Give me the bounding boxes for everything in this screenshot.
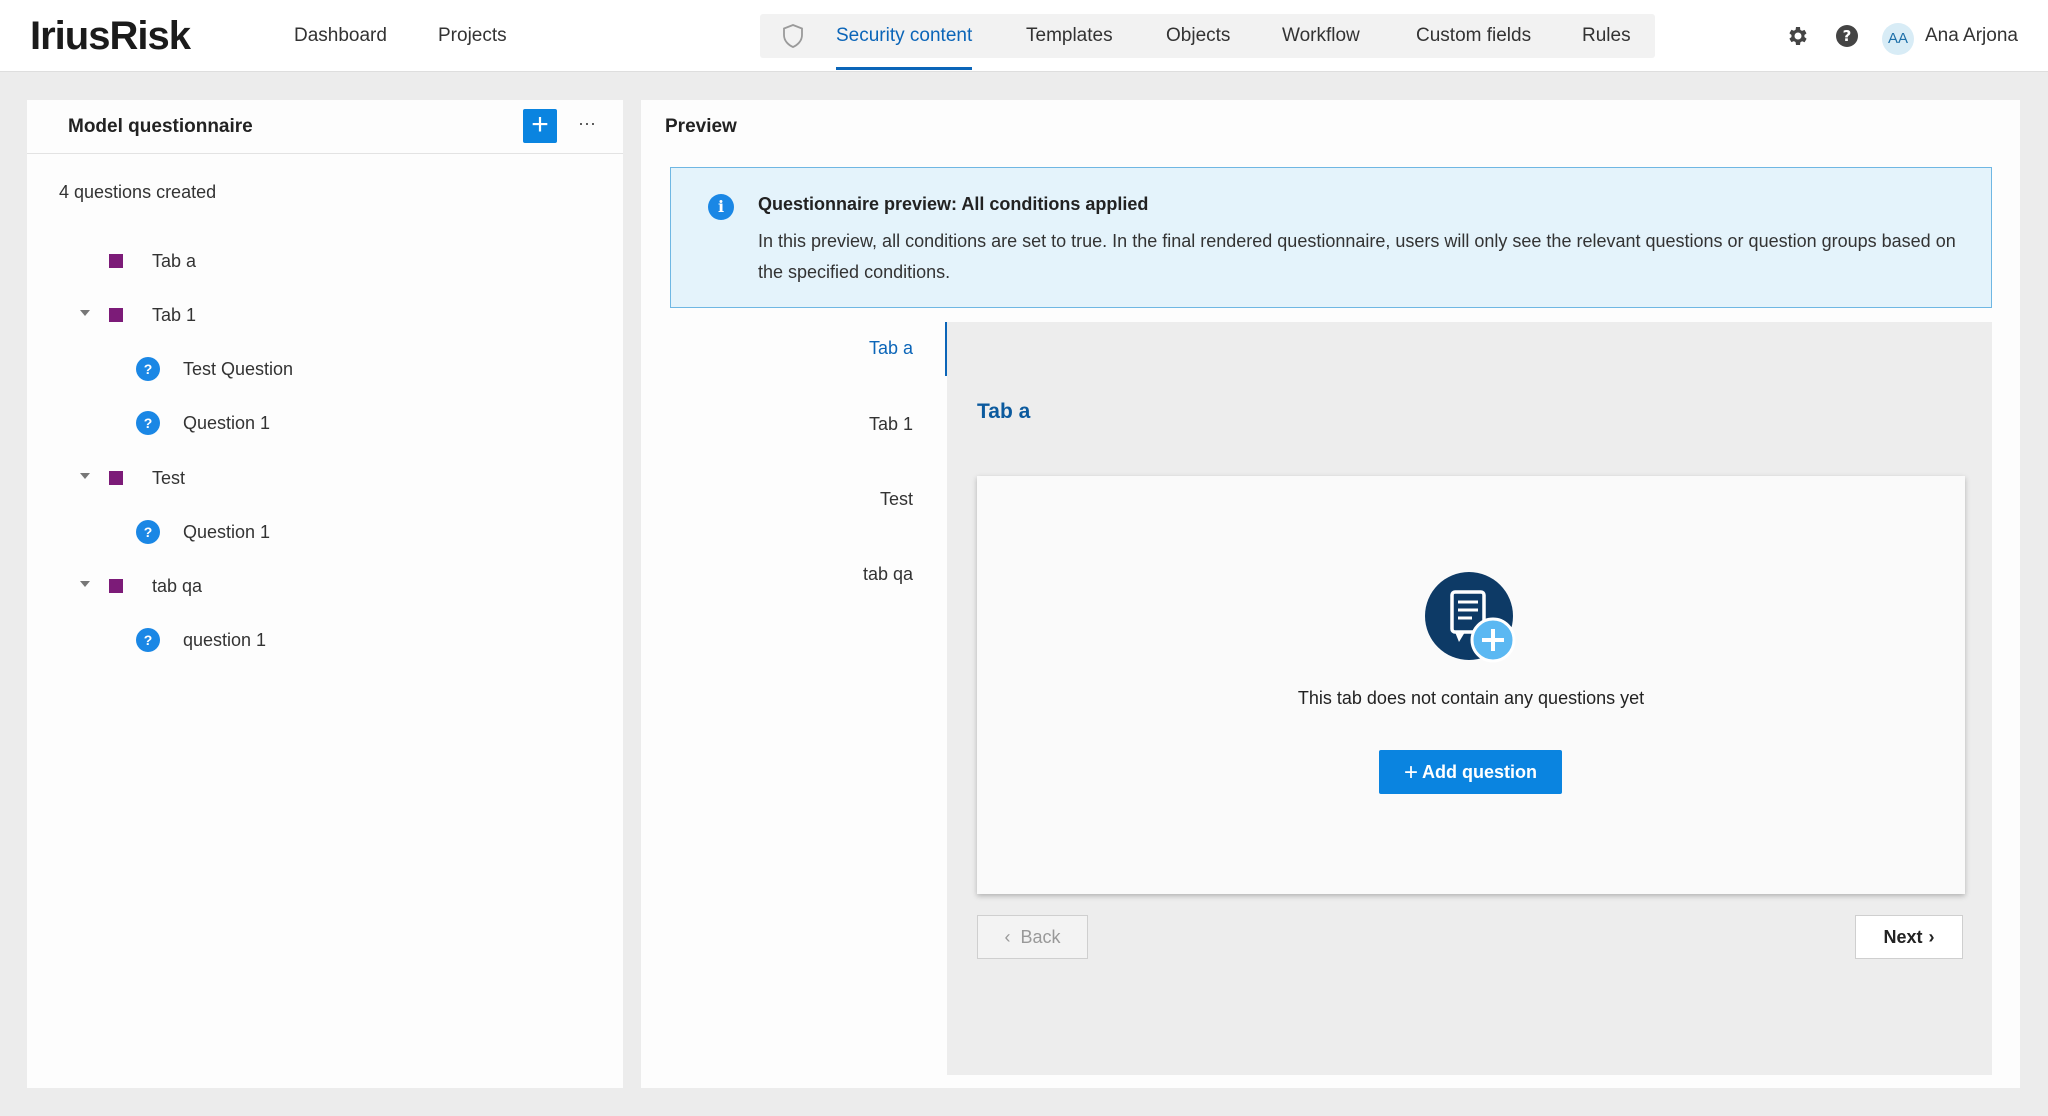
tab-content: Tab a This tab does not contain any ques… (947, 322, 1992, 1075)
preview-tab-tab-1[interactable]: Tab 1 (869, 414, 913, 435)
info-icon: i (708, 194, 734, 220)
preview-title: Preview (665, 116, 737, 137)
next-button[interactable]: Next › (1855, 915, 1963, 959)
tree-item-label: Test (152, 468, 186, 488)
tab-security-content[interactable]: Security content (836, 14, 973, 70)
tree-item-tab[interactable]: Test (27, 463, 587, 493)
empty-state-text: This tab does not contain any questions … (1297, 688, 1645, 708)
more-options-button[interactable]: ··· (572, 109, 602, 143)
tree-item-question[interactable]: ? Question 1 (27, 517, 587, 547)
caret-down-icon[interactable] (80, 310, 90, 316)
empty-state-card: This tab does not contain any questions … (977, 476, 1965, 894)
avatar[interactable]: AA (1882, 23, 1914, 55)
tree-item-label: Tab 1 (152, 305, 197, 325)
tab-workflow[interactable]: Workflow (1282, 14, 1360, 58)
question-icon: ? (136, 628, 160, 652)
chevron-right-icon: › (1928, 927, 1935, 947)
questionnaire-preview: Tab a Tab 1 Test tab qa Tab a This tab d… (670, 322, 1992, 1075)
top-bar: IriusRisk Dashboard Projects Security co… (0, 0, 2048, 72)
next-label: Next (1883, 927, 1923, 947)
panel-title: Model questionnaire (68, 116, 253, 137)
user-name[interactable]: Ana Arjona (1925, 0, 2018, 72)
caret-down-icon[interactable] (80, 473, 90, 479)
content-nav: Security content Templates Objects Workf… (760, 14, 1655, 70)
tree-item-question[interactable]: ? Test Question (27, 354, 587, 384)
tab-square-icon (109, 254, 123, 268)
tab-custom-fields[interactable]: Custom fields (1416, 14, 1531, 58)
tree-item-label: Test Question (183, 359, 294, 379)
app-logo[interactable]: IriusRisk (30, 13, 191, 58)
tab-templates[interactable]: Templates (1026, 14, 1113, 58)
add-question-button[interactable]: + Add question (1379, 750, 1562, 794)
tree-item-question[interactable]: ? question 1 (27, 625, 587, 655)
preview-tab-test[interactable]: Test (880, 489, 913, 510)
question-count: 4 questions created (59, 182, 217, 202)
tab-square-icon (109, 579, 123, 593)
back-button[interactable]: ‹ Back (977, 915, 1088, 959)
svg-text:?: ? (1843, 27, 1852, 45)
tree-item-label: Question 1 (183, 413, 271, 433)
preview-tab-list: Tab a Tab 1 Test tab qa (670, 322, 948, 1075)
preview-tab-tab-qa[interactable]: tab qa (863, 564, 913, 585)
plus-icon: + (1403, 759, 1418, 786)
gear-icon[interactable] (1786, 24, 1810, 48)
tab-heading: Tab a (977, 400, 1031, 423)
document-add-icon (1425, 572, 1516, 663)
question-icon: ? (136, 357, 160, 381)
shield-icon (783, 24, 803, 48)
info-body: In this preview, all conditions are set … (758, 231, 1956, 282)
add-button[interactable]: + (523, 109, 557, 143)
tree-item-question[interactable]: ? Question 1 (27, 408, 587, 438)
add-question-label: Add question (1422, 762, 1537, 782)
tab-objects[interactable]: Objects (1166, 14, 1230, 58)
caret-down-icon[interactable] (80, 581, 90, 587)
tree-item-label: question 1 (183, 630, 267, 650)
chevron-left-icon: ‹ (1004, 927, 1011, 947)
preview-tab-tab-a[interactable]: Tab a (869, 338, 913, 359)
logo-text: IriusRisk (30, 13, 191, 58)
tree-item-label: tab qa (152, 576, 203, 596)
info-banner: i Questionnaire preview: All conditions … (670, 167, 1992, 308)
nav-dashboard[interactable]: Dashboard (294, 0, 387, 72)
tree-item-label: Tab a (152, 251, 197, 271)
info-title: Questionnaire preview: All conditions ap… (758, 194, 1149, 214)
question-icon: ? (136, 411, 160, 435)
tab-square-icon (109, 471, 123, 485)
preview-panel: Preview i Questionnaire preview: All con… (641, 100, 2020, 1088)
tree-item-tab[interactable]: tab qa (27, 571, 587, 601)
questionnaire-tree-panel: Model questionnaire + ··· 4 questions cr… (27, 100, 623, 1088)
tab-square-icon (109, 308, 123, 322)
back-label: Back (1020, 927, 1061, 947)
tree-item-tab[interactable]: Tab 1 (27, 300, 587, 330)
question-icon: ? (136, 520, 160, 544)
tree-item-tab[interactable]: Tab a (27, 246, 587, 276)
tab-rules[interactable]: Rules (1582, 14, 1631, 58)
left-panel-header: Model questionnaire + ··· (27, 100, 623, 154)
help-icon[interactable]: ? (1835, 24, 1859, 48)
tree-item-label: Question 1 (183, 522, 271, 542)
nav-projects[interactable]: Projects (438, 0, 507, 72)
